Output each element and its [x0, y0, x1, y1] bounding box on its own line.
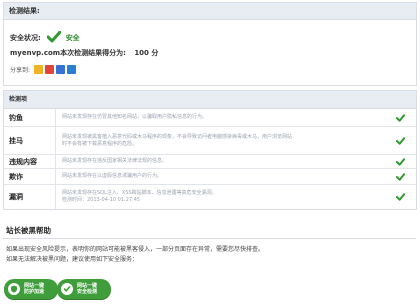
row-desc: 网站未发现存在仿冒其他知名网站，以骗取用户隐私信息的行为。 — [56, 109, 384, 126]
tsina-icon[interactable] — [45, 65, 55, 74]
row-status — [384, 169, 416, 184]
row-status — [384, 109, 416, 126]
status-line: 安全状况: 安全 — [10, 31, 80, 43]
row-category: 漏洞 — [4, 185, 56, 209]
status-value: 安全 — [65, 34, 80, 42]
row-desc-line: 时不会有被下载恶意程序的危险。 — [62, 140, 138, 147]
check-icon — [395, 157, 405, 166]
table-row: 欺诈 网站未发现存在以虚假信息诱骗用户的行为。 — [4, 169, 416, 185]
button-label: 防护加速 — [24, 289, 45, 295]
baidu-icon[interactable] — [56, 65, 66, 74]
row-desc-line: 网站未发现存在违反国家相关法律法规的信息。 — [62, 158, 168, 164]
help-text: 如果无法解决被黑问题，建议使用如下安全服务： — [6, 256, 139, 263]
row-desc-line: 网站未发现被黑客植入恶意代码或木马程序的现象，不会导致访问者电脑感染病毒或木马，… — [62, 133, 293, 140]
renren-icon[interactable] — [67, 65, 77, 74]
result-header: 检测结果: — [4, 3, 416, 20]
score-text: myenvp.com本次检测结果得分为: — [10, 49, 126, 57]
result-panel: 检测结果: 安全状况: 安全 myenvp.com本次检测结果得分为: 100 … — [3, 2, 417, 86]
divider — [3, 238, 416, 239]
row-desc: 网站未发现存在SQL注入、XSS跨站脚本、信息泄露等高危安全漏洞。 检测时间：2… — [56, 185, 384, 209]
check-icon — [47, 31, 62, 43]
row-desc-line: 网站未发现存在SQL注入、XSS跨站脚本、信息泄露等高危安全漏洞。 — [62, 190, 217, 196]
row-desc: 网站未发现存在违反国家相关法律法规的信息。 — [56, 155, 384, 168]
row-status — [384, 155, 416, 168]
help-title: 站长被黑帮助 — [6, 226, 51, 235]
table-row: 钓鱼 网站未发现存在仿冒其他知名网站，以骗取用户隐私信息的行为。 — [4, 109, 416, 127]
shield-icon — [8, 283, 20, 295]
score-line: myenvp.com本次检测结果得分为: 100 分 — [10, 48, 158, 58]
security-scan-button[interactable]: 网站一键 安全检测 — [57, 279, 111, 299]
score-value: 100 分 — [134, 49, 159, 57]
row-desc-line: 网站未发现存在仿冒其他知名网站，以骗取用户隐私信息的行为。 — [62, 114, 208, 120]
share-line: 分享到: — [10, 65, 78, 74]
row-desc-line: 检测时间：2013-04-10 01:27:45 — [62, 197, 141, 203]
check-icon — [395, 172, 405, 181]
table-row: 漏洞 网站未发现存在SQL注入、XSS跨站脚本、信息泄露等高危安全漏洞。 检测时… — [4, 185, 416, 209]
row-category: 欺诈 — [4, 169, 56, 184]
share-icons — [34, 65, 78, 74]
row-status — [384, 185, 416, 209]
check-shield-icon — [61, 283, 73, 295]
row-desc: 网站未发现存在以虚假信息诱骗用户的行为。 — [56, 169, 384, 184]
row-desc-line: 网站未发现存在以虚假信息诱骗用户的行为。 — [62, 173, 163, 179]
help-text: 如果出现安全风险提示，表明你的网站可能被黑客侵入，一部分页面存在异常，需要您尽快… — [6, 246, 265, 253]
details-table: 检测项 钓鱼 网站未发现存在仿冒其他知名网站，以骗取用户隐私信息的行为。 挂马 … — [3, 90, 417, 210]
row-category: 钓鱼 — [4, 109, 56, 126]
check-icon — [395, 136, 405, 145]
row-category: 挂马 — [4, 127, 56, 154]
row-category: 违规内容 — [4, 155, 56, 168]
details-header: 检测项 — [4, 91, 416, 109]
status-label: 安全状况: — [10, 34, 41, 42]
protect-accelerate-button[interactable]: 网站一键 防护加速 — [4, 279, 58, 299]
check-icon — [395, 193, 405, 201]
check-icon — [395, 113, 405, 122]
button-label: 安全检测 — [77, 289, 98, 295]
table-row: 挂马 网站未发现被黑客植入恶意代码或木马程序的现象，不会导致访问者电脑感染病毒或… — [4, 127, 416, 155]
security-report: 检测结果: 安全状况: 安全 myenvp.com本次检测结果得分为: 100 … — [0, 0, 420, 305]
qzone-icon[interactable] — [34, 65, 44, 74]
row-status — [384, 127, 416, 154]
share-label: 分享到: — [10, 67, 31, 74]
row-desc: 网站未发现被黑客植入恶意代码或木马程序的现象，不会导致访问者电脑感染病毒或木马，… — [56, 127, 384, 154]
table-row: 违规内容 网站未发现存在违反国家相关法律法规的信息。 — [4, 155, 416, 169]
